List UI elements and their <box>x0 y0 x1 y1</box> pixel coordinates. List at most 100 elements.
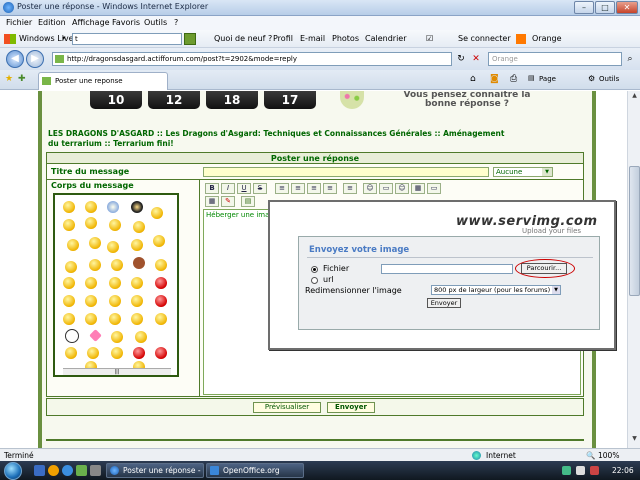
quicklaunch-icon[interactable] <box>90 465 101 476</box>
page-menu[interactable]: Page <box>539 75 556 83</box>
smiley-icon[interactable] <box>89 237 101 249</box>
forward-button[interactable]: ▶ <box>26 50 44 68</box>
maximize-button[interactable]: □ <box>595 1 615 14</box>
smiley-icon[interactable] <box>107 241 119 253</box>
underline-button[interactable]: U <box>237 183 251 194</box>
upload-send-button[interactable]: Envoyer <box>427 298 461 308</box>
menu-help[interactable]: ? <box>174 18 178 27</box>
smiley-button[interactable]: ☺ <box>363 183 377 194</box>
submit-button[interactable]: Envoyer <box>327 402 375 413</box>
table-button[interactable]: ▦ <box>411 183 425 194</box>
link-profil[interactable]: Profil <box>273 34 293 43</box>
menu-affichage[interactable]: Affichage <box>72 18 110 27</box>
url-radio[interactable] <box>311 277 318 284</box>
italic-button[interactable]: I <box>221 183 235 194</box>
menu-outils[interactable]: Outils <box>144 18 167 27</box>
favorites-star-icon[interactable]: ★ <box>5 74 13 84</box>
reading-smiley-icon[interactable] <box>63 219 75 231</box>
address-input[interactable]: http://dragonsdasgard.actifforum.com/pos… <box>52 52 452 66</box>
smiley-icon[interactable] <box>151 207 163 219</box>
image-button[interactable]: ▭ <box>379 183 393 194</box>
live-search-input[interactable]: t <box>72 33 182 45</box>
angel-smiley-icon[interactable] <box>111 347 123 359</box>
sunglasses-smiley-icon[interactable] <box>133 221 145 233</box>
align-left-button[interactable]: ≡ <box>275 183 289 194</box>
link-email[interactable]: E-mail <box>300 34 325 43</box>
search-icon[interactable]: ⌕ <box>624 53 636 65</box>
ad-banner[interactable]: 10 12 18 17 Vous pensez connaitre la bon… <box>90 91 530 111</box>
smiley-icon[interactable] <box>63 277 75 289</box>
smiley-icon[interactable] <box>63 201 75 213</box>
resize-select[interactable]: 800 px de largeur (pour les forums) ▼ <box>431 285 561 295</box>
gear-icon[interactable]: ⚙ <box>588 74 595 83</box>
smiley-icon[interactable] <box>111 259 123 271</box>
justify-button[interactable]: ≡ <box>323 183 337 194</box>
task-ie[interactable]: Poster une réponse - ... <box>106 463 204 480</box>
zoom-icon[interactable]: 🔍 <box>586 451 595 460</box>
search-go-button[interactable] <box>184 33 196 45</box>
bold-button[interactable]: B <box>205 183 219 194</box>
zoom-level[interactable]: 100% <box>598 451 619 460</box>
smiley-icon[interactable] <box>85 217 97 229</box>
smiley-icon[interactable] <box>131 239 143 251</box>
file-radio[interactable] <box>311 266 318 273</box>
subject-input[interactable] <box>203 167 489 177</box>
smiley-icon[interactable] <box>131 295 143 307</box>
smiley-icon[interactable] <box>63 295 75 307</box>
afro-smiley-icon[interactable] <box>131 201 143 213</box>
devil-smiley-icon[interactable] <box>155 347 167 359</box>
smiley-icon[interactable] <box>109 313 121 325</box>
scroll-thumb[interactable] <box>629 166 640 296</box>
smiley-icon[interactable] <box>63 313 75 325</box>
home-icon[interactable]: ⌂ <box>470 74 476 84</box>
smiley-icon[interactable] <box>109 277 121 289</box>
smiley-icon[interactable] <box>135 331 147 343</box>
menu-fichier[interactable]: Fichier <box>6 18 32 27</box>
file-path-input[interactable] <box>381 264 513 274</box>
scroll-up-icon[interactable]: ▲ <box>629 92 640 104</box>
tools-menu[interactable]: Outils <box>599 75 619 83</box>
chevron-down-icon[interactable]: ▾ <box>62 34 66 42</box>
smiley-icon[interactable] <box>153 235 165 247</box>
print-icon[interactable]: ⎙ <box>510 74 517 84</box>
align-right-button[interactable]: ≡ <box>307 183 321 194</box>
scroll-down-icon[interactable]: ▼ <box>629 435 640 447</box>
back-button[interactable]: ◀ <box>6 50 24 68</box>
align-center-button[interactable]: ≡ <box>291 183 305 194</box>
task-openoffice[interactable]: OpenOffice.org <box>206 463 304 478</box>
link-photos[interactable]: Photos <box>332 34 359 43</box>
link-orange[interactable]: Orange <box>532 34 562 43</box>
menu-favoris[interactable]: Favoris <box>112 18 140 27</box>
angry-smiley-icon[interactable] <box>155 295 167 307</box>
media-button[interactable]: ▭ <box>427 183 441 194</box>
firefox-icon[interactable] <box>48 465 59 476</box>
breadcrumb[interactable]: LES DRAGONS D'ASGARD :: Les Dragons d'As… <box>48 129 508 149</box>
page-scrollbar[interactable]: ▲ ▼ <box>627 91 640 448</box>
feeds-icon[interactable]: ◙ <box>490 74 499 84</box>
page-icon[interactable]: ▤ <box>528 74 535 82</box>
show-desktop-icon[interactable] <box>34 465 45 476</box>
heart-icon[interactable] <box>89 329 102 342</box>
checkbox-icon[interactable]: ☑ <box>426 34 433 43</box>
smiley-icon[interactable] <box>155 313 167 325</box>
smiley-icon[interactable] <box>67 239 79 251</box>
heart-eyes-smiley-icon[interactable] <box>155 277 167 289</box>
smiley-icon[interactable] <box>131 277 143 289</box>
smiley-icon[interactable] <box>155 259 167 271</box>
network-icon[interactable] <box>562 466 571 475</box>
smiley-icon[interactable] <box>85 277 97 289</box>
smiley-icon[interactable] <box>131 313 143 325</box>
volume-icon[interactable] <box>576 466 585 475</box>
preview-button[interactable]: Prévisualiser <box>253 402 321 413</box>
security-icon[interactable] <box>590 466 599 475</box>
film-button[interactable]: ▤ <box>241 196 255 207</box>
smiley-icon[interactable] <box>65 261 77 273</box>
emoticon-button[interactable]: ☺ <box>395 183 409 194</box>
add-favorite-icon[interactable]: ✚ <box>18 74 26 84</box>
poop-icon[interactable] <box>133 257 145 269</box>
link-quoi-de-neuf[interactable]: Quoi de neuf ? <box>214 34 272 43</box>
quicklaunch-icon[interactable] <box>76 465 87 476</box>
strike-button[interactable]: S <box>253 183 267 194</box>
list-button[interactable]: ≡ <box>343 183 357 194</box>
egg-smiley-icon[interactable] <box>65 329 79 343</box>
